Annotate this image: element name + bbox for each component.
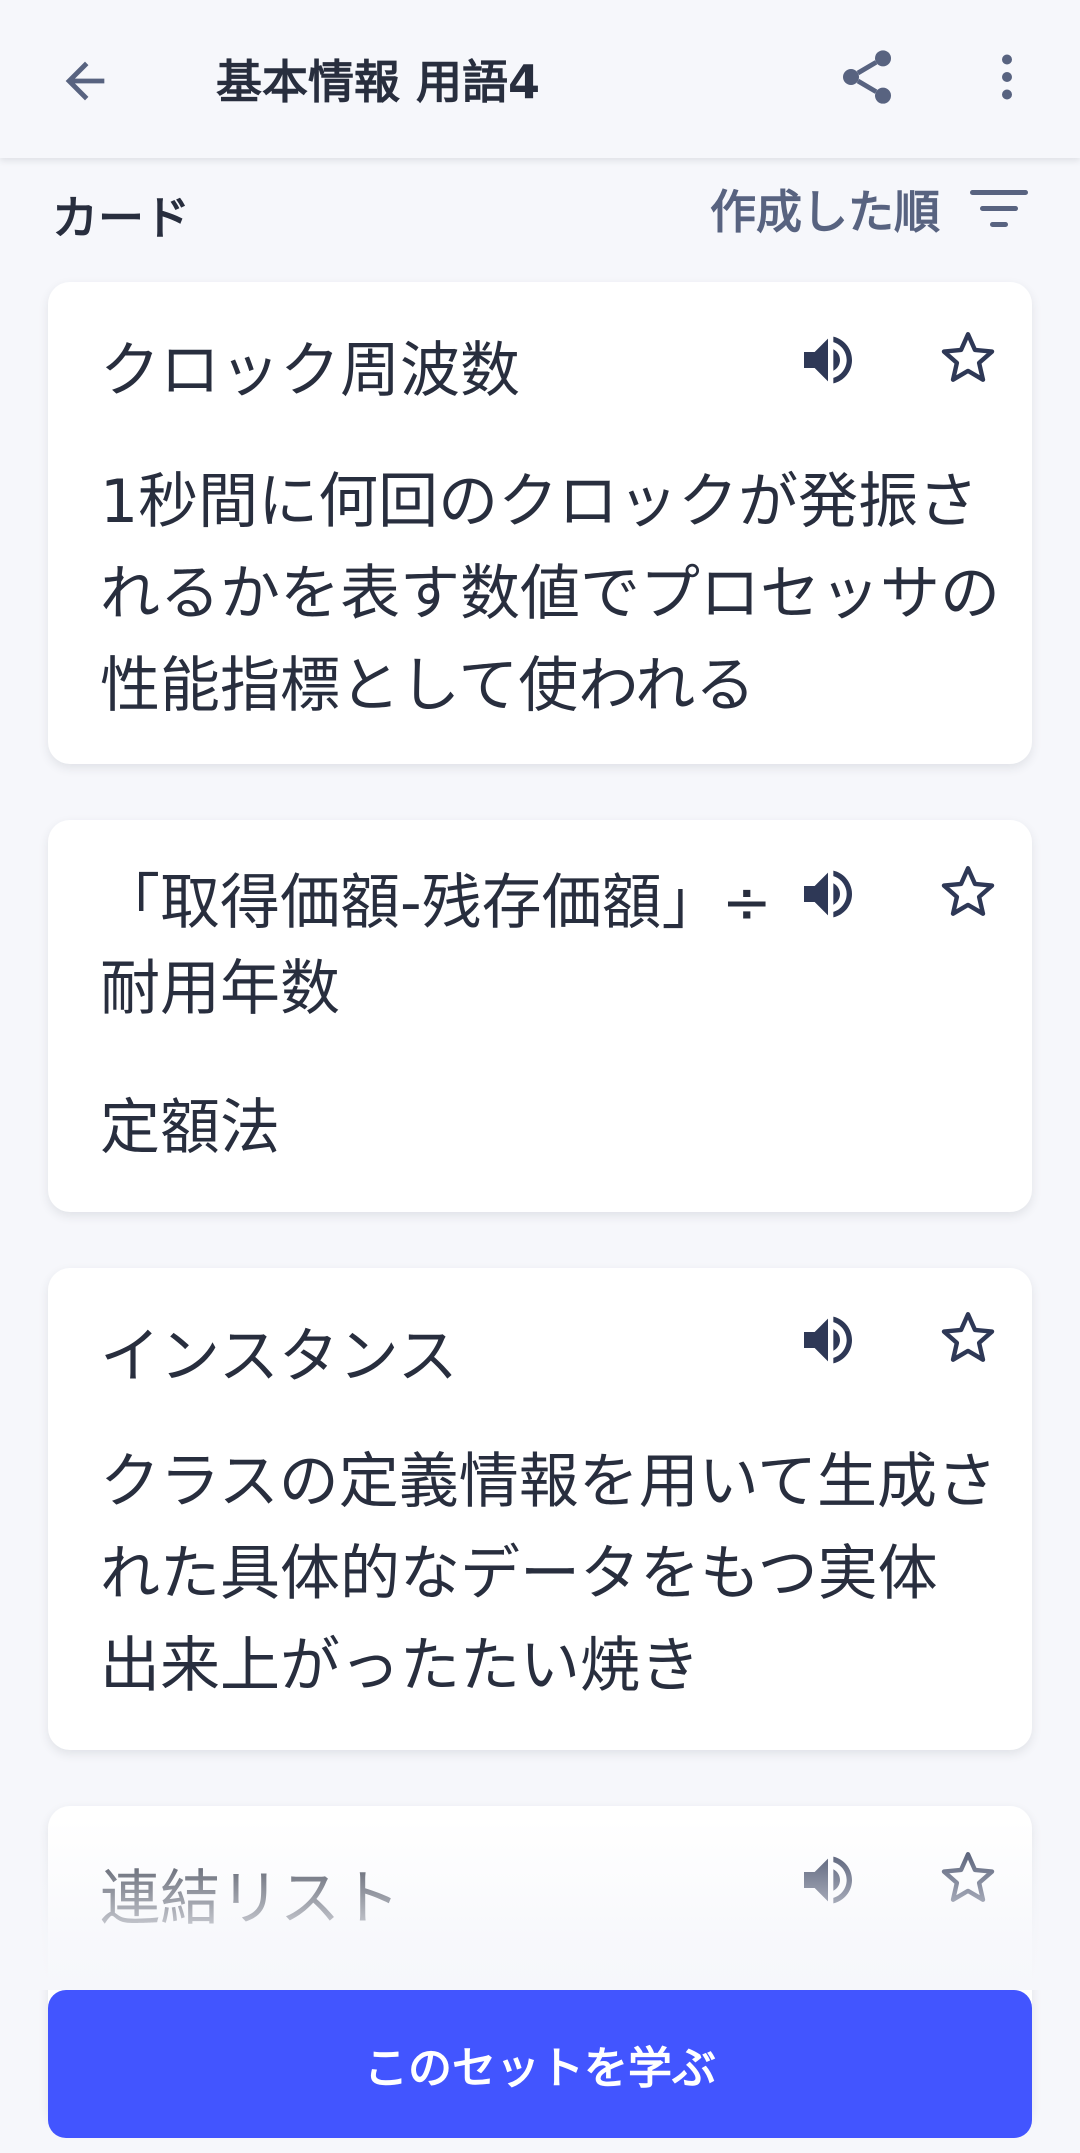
speaker-icon [804,336,852,384]
card-item[interactable]: 「取得価額-残存価額」÷耐用年数 定額法 [48,820,1032,1212]
star-button[interactable] [928,852,1008,932]
card-item[interactable]: インスタンス クラスの定義情報を用いて生成された具体的なデータをもつ実体 出来上… [48,1268,1032,1750]
star-outline-icon [941,866,995,916]
audio-button[interactable] [788,1840,868,1920]
more-vertical-icon [1002,54,1012,100]
back-button[interactable] [40,36,130,126]
audio-button[interactable] [788,320,868,400]
star-outline-icon [941,1852,995,1902]
star-outline-icon [941,332,995,382]
card-term: 「取得価額-残存価額」÷耐用年数 [100,868,772,1024]
speaker-icon [804,1856,852,1904]
card-term: インスタンス [100,1322,458,1392]
card-definition: 定額法 [100,1093,280,1163]
star-button[interactable] [928,1838,1008,1918]
study-set-button[interactable]: このセットを学ぶ [48,1990,1032,2138]
card-definition: クラスの定義情報を用いて生成された具体的なデータをもつ実体 出来上がったたい焼き [100,1447,997,1701]
sort-control[interactable]: 作成した順 [710,176,1028,242]
speaker-icon [804,1316,852,1364]
star-button[interactable] [928,1298,1008,1378]
arrow-left-icon [65,61,105,101]
share-button[interactable] [822,32,912,122]
page-title: 基本情報 用語4 [216,55,541,109]
card-term: クロック周波数 [100,336,520,406]
audio-button[interactable] [788,1300,868,1380]
card-item[interactable]: クロック周波数 1秒間に何回のクロックが発振されるかを表す数値でプロセッサの性能… [48,282,1032,764]
card-term: 連結リスト [100,1864,400,1934]
filter-lines-icon [970,190,1028,227]
app-bar: 基本情報 用語4 [0,0,1080,158]
more-options-button[interactable] [962,32,1052,122]
share-icon [843,50,891,104]
speaker-icon [804,870,852,918]
section-label: カード [52,191,190,245]
card-definition: 1秒間に何回のクロックが発振されるかを表す数値でプロセッサの性能指標として使われ… [100,467,1000,721]
star-outline-icon [941,1312,995,1362]
star-button[interactable] [928,318,1008,398]
sort-label: 作成した順 [710,185,940,239]
audio-button[interactable] [788,854,868,934]
